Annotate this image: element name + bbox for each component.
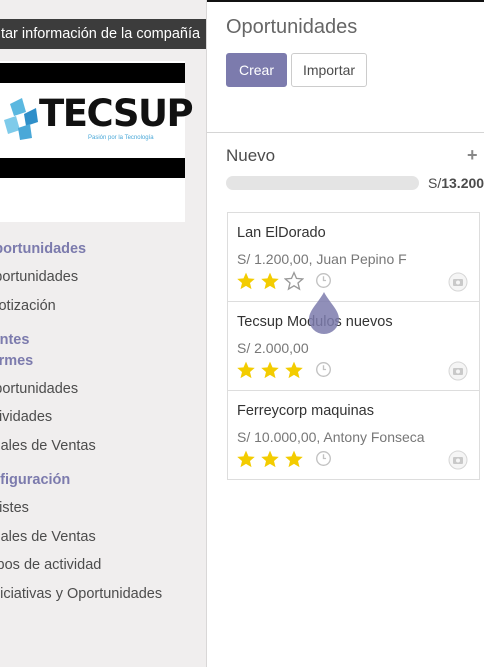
star-filled-icon[interactable] xyxy=(260,449,280,469)
card-name: Lan ElDorado xyxy=(237,225,326,241)
star-filled-icon[interactable] xyxy=(236,449,256,469)
menu-item-canales-informes[interactable]: Canales de Ventas xyxy=(0,437,96,455)
company-logo[interactable]: TECSUP Pasión por la Tecnología xyxy=(0,61,194,222)
import-button[interactable]: Importar xyxy=(291,53,367,87)
menu-heading-informes[interactable]: Informes xyxy=(0,352,33,370)
kanban-card[interactable]: Tecsup Modulos nuevos S/ 2.000,00 xyxy=(228,302,479,391)
card-subtitle: S/ 1.200,00, Juan Pepino F xyxy=(237,251,407,267)
column-progress-bar[interactable] xyxy=(226,176,419,190)
menu-item-actividades[interactable]: Actividades xyxy=(0,408,52,426)
logo-bar-bottom xyxy=(0,158,185,178)
menu-heading-oportunidades[interactable]: Oportunidades xyxy=(0,240,86,258)
top-border xyxy=(207,0,484,2)
header-divider xyxy=(207,132,484,133)
menu-heading-configuracion[interactable]: Configuración xyxy=(0,471,70,489)
kanban-column-title[interactable]: Nuevo xyxy=(226,146,275,166)
kanban-card[interactable]: Lan ElDorado S/ 1.200,00, Juan Pepino F xyxy=(228,213,479,302)
company-tooltip-text: Editar información de la compañía xyxy=(0,26,201,42)
logo-tagline: Pasión por la Tecnología xyxy=(88,135,154,141)
menu-item-cotizacion[interactable]: Cotización xyxy=(0,297,56,315)
menu-item-canales-config[interactable]: Canales de Ventas xyxy=(0,528,96,546)
clock-icon[interactable] xyxy=(315,272,332,289)
star-filled-icon[interactable] xyxy=(260,360,280,380)
clock-icon[interactable] xyxy=(315,361,332,378)
create-button[interactable]: Crear xyxy=(226,53,287,87)
card-subtitle: S/ 2.000,00 xyxy=(237,340,309,356)
menu-item-informes-oportunidades[interactable]: Oportunidades xyxy=(0,380,78,398)
menu-item-listes[interactable]: Listes xyxy=(0,499,29,517)
column-total-amount: 13.200 xyxy=(441,175,484,191)
star-empty-icon[interactable] xyxy=(284,271,304,291)
star-filled-icon[interactable] xyxy=(284,449,304,469)
camera-avatar-icon[interactable] xyxy=(448,361,468,381)
tecsup-logo-icon xyxy=(4,98,38,140)
drag-cursor-icon xyxy=(309,292,339,334)
add-card-icon[interactable]: + xyxy=(467,145,478,166)
column-total: S/13.200 xyxy=(428,175,484,191)
menu-item-iniciativas[interactable]: Iniciativas y Oportunidades xyxy=(0,585,162,603)
logo-bar-top xyxy=(0,63,185,83)
star-filled-icon[interactable] xyxy=(236,360,256,380)
page-title: Oportunidades xyxy=(226,16,358,38)
camera-avatar-icon[interactable] xyxy=(448,450,468,470)
clock-icon[interactable] xyxy=(315,450,332,467)
star-filled-icon[interactable] xyxy=(260,271,280,291)
menu-item-tipos-actividad[interactable]: Tipos de actividad xyxy=(0,556,101,574)
camera-avatar-icon[interactable] xyxy=(448,272,468,292)
sidebar: Editar información de la compañía TECSUP… xyxy=(0,0,207,667)
star-filled-icon[interactable] xyxy=(236,271,256,291)
company-tooltip: Editar información de la compañía xyxy=(0,19,206,49)
card-subtitle: S/ 10.000,00, Antony Fonseca xyxy=(237,429,425,445)
kanban-cards: Lan ElDorado S/ 1.200,00, Juan Pepino F … xyxy=(227,212,480,480)
card-name: Ferreycorp maquinas xyxy=(237,403,374,419)
kanban-card[interactable]: Ferreycorp maquinas S/ 10.000,00, Antony… xyxy=(228,391,479,480)
logo-wordmark: TECSUP xyxy=(39,92,194,135)
star-filled-icon[interactable] xyxy=(284,360,304,380)
menu-item-oportunidades[interactable]: Oportunidades xyxy=(0,268,78,286)
menu-heading-clientes[interactable]: Clientes xyxy=(0,331,29,349)
column-total-currency: S/ xyxy=(428,175,442,191)
